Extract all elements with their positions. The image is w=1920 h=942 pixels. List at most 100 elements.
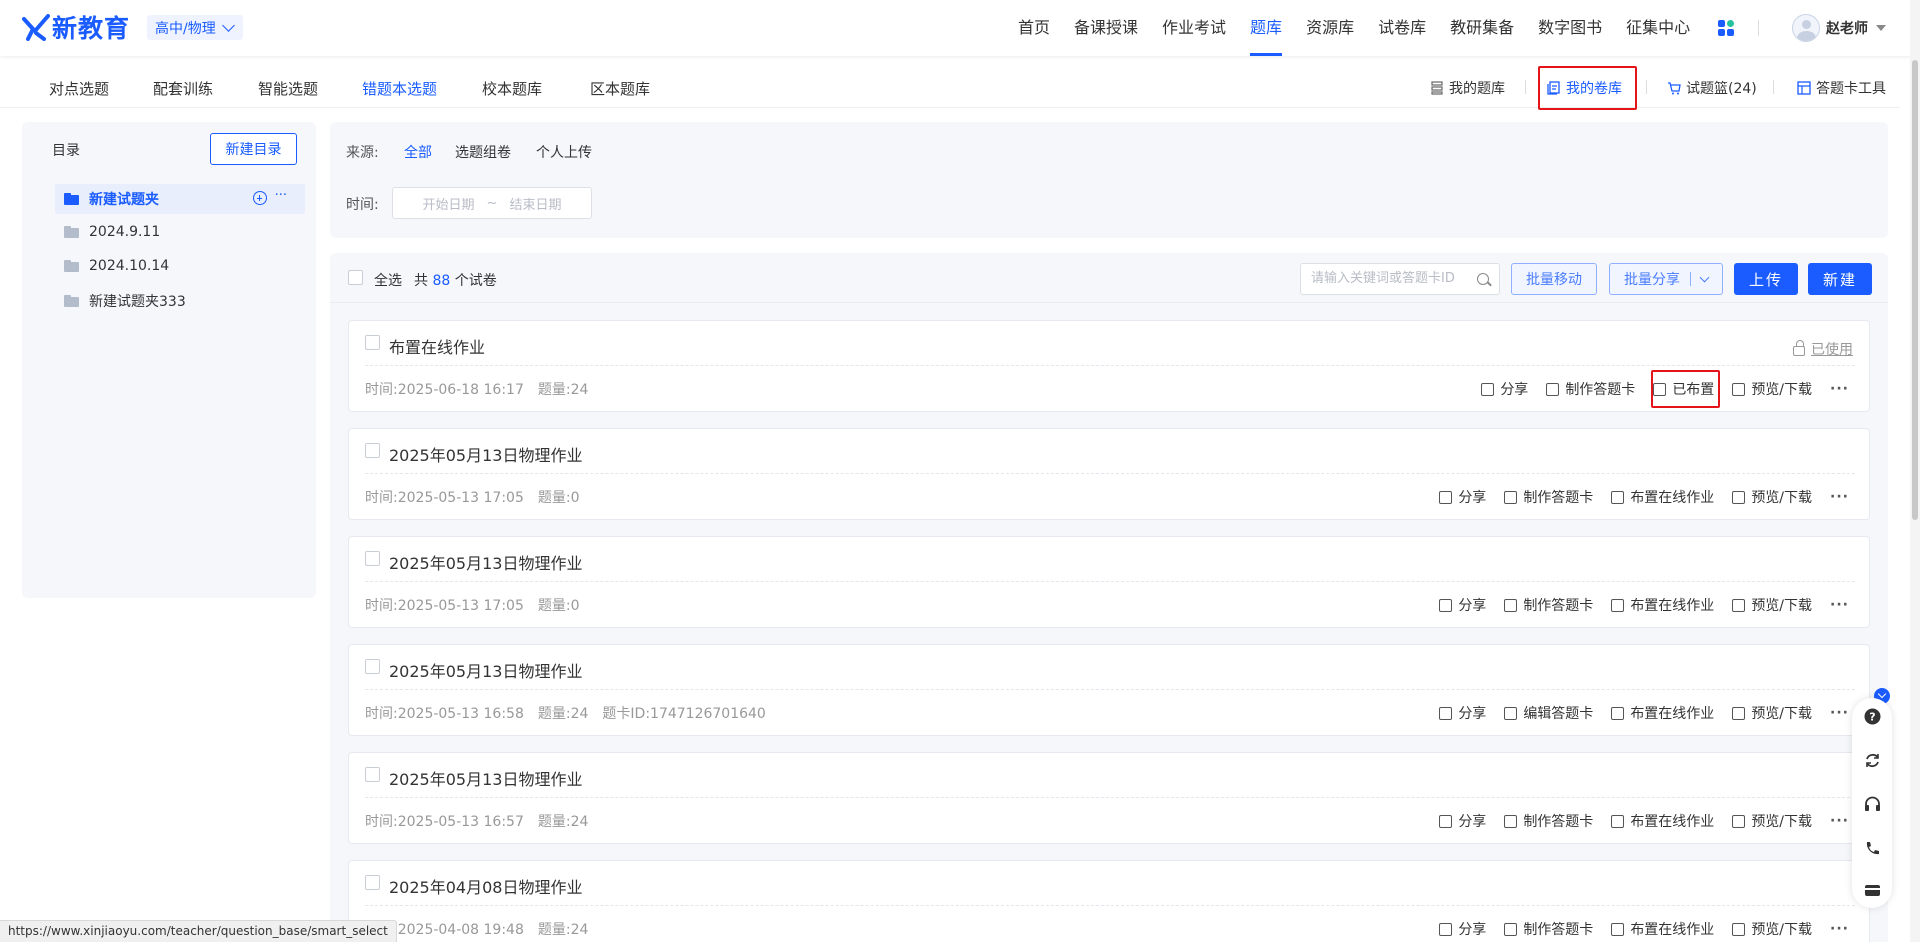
batch-share-button[interactable]: 批量分享	[1609, 263, 1723, 295]
preview-download-button[interactable]: 预览/下载	[1732, 595, 1812, 615]
tab-smart-selection[interactable]: 智能选题	[258, 78, 318, 99]
tab-school-bank[interactable]: 校本题库	[482, 78, 542, 99]
phone-icon[interactable]	[1864, 840, 1881, 857]
share-button[interactable]: 分享	[1439, 811, 1486, 831]
share-button[interactable]: 分享	[1439, 595, 1486, 615]
source-option-all[interactable]: 全部	[404, 142, 432, 162]
nav-home[interactable]: 首页	[1006, 0, 1062, 56]
upload-button[interactable]: 上传	[1734, 263, 1798, 295]
make-answer-card-button[interactable]: 制作答题卡	[1504, 919, 1593, 939]
preview-download-button[interactable]: 预览/下载	[1732, 487, 1812, 507]
assign-online-homework-button[interactable]: 布置在线作业	[1611, 487, 1714, 507]
paper-checkbox[interactable]	[365, 335, 380, 350]
make-answer-card-button[interactable]: 制作答题卡	[1504, 595, 1593, 615]
more-actions-icon[interactable]: ···	[1830, 813, 1849, 829]
select-all-checkbox[interactable]	[348, 270, 363, 285]
tab-district-bank[interactable]: 区本题库	[590, 78, 650, 99]
assign-online-homework-button[interactable]: 布置在线作业	[1611, 811, 1714, 831]
more-actions-icon[interactable]: ···	[1830, 705, 1849, 721]
paper-checkbox[interactable]	[365, 659, 380, 674]
question-basket-link[interactable]: 试题篮(24)	[1667, 78, 1757, 98]
date-range-picker[interactable]: 开始日期 ~ 结束日期	[392, 187, 592, 219]
tab-mistake-book-selection[interactable]: 错题本选题	[362, 78, 437, 99]
nav-resources[interactable]: 资源库	[1294, 0, 1366, 56]
search-icon[interactable]	[1477, 273, 1489, 285]
tab-targeted-selection[interactable]: 对点选题	[49, 78, 109, 99]
paper-question-count: 题量:0	[537, 490, 580, 506]
scrollbar-thumb[interactable]	[1912, 60, 1918, 520]
nav-homework-exam[interactable]: 作业考试	[1150, 0, 1238, 56]
sidebar-folder-new-folder-333[interactable]: 新建试题夹333	[55, 286, 305, 316]
more-actions-icon[interactable]: ···	[1830, 597, 1849, 613]
paper-checkbox[interactable]	[365, 767, 380, 782]
nav-digital-books[interactable]: 数字图书	[1526, 0, 1614, 56]
source-option-personal-upload[interactable]: 个人上传	[536, 142, 592, 162]
sidebar-folder-2024-10-14[interactable]: 2024.10.14	[55, 251, 305, 281]
paper-card[interactable]: 2025年04月08日物理作业 时间:2025-04-08 19:48 题量:24 分…	[348, 860, 1870, 942]
paper-title[interactable]: 布置在线作业	[389, 334, 485, 358]
make-answer-card-button[interactable]: 制作答题卡	[1546, 379, 1635, 399]
preview-download-button[interactable]: 预览/下载	[1732, 379, 1812, 399]
paper-title[interactable]: 2025年05月13日物理作业	[389, 766, 582, 790]
edit-answer-card-button[interactable]: 编辑答题卡	[1504, 703, 1593, 723]
paper-checkbox[interactable]	[365, 551, 380, 566]
sidebar-folder-new-folder[interactable]: 新建试题夹 ···	[55, 184, 305, 214]
start-date-input[interactable]: 开始日期	[423, 194, 475, 213]
make-answer-card-button[interactable]: 制作答题卡	[1504, 487, 1593, 507]
paper-checkbox[interactable]	[365, 443, 380, 458]
nav-collection-center[interactable]: 征集中心	[1614, 0, 1702, 56]
help-icon[interactable]: ?	[1864, 708, 1881, 725]
nav-question-bank[interactable]: 题库	[1238, 0, 1294, 56]
my-paper-bank-link[interactable]: 我的卷库	[1547, 78, 1622, 98]
logo[interactable]: 新教育	[22, 10, 130, 44]
share-button[interactable]: 分享	[1439, 487, 1486, 507]
make-answer-card-button[interactable]: 制作答题卡	[1504, 811, 1593, 831]
sidebar-folder-2024-9-11[interactable]: 2024.9.11	[55, 217, 305, 247]
grade-subject-select[interactable]: 高中/物理	[147, 15, 243, 40]
paper-checkbox[interactable]	[365, 875, 380, 890]
paper-card[interactable]: 2025年05月13日物理作业 时间:2025-05-13 17:05 题量:0 分享…	[348, 428, 1870, 520]
nav-research[interactable]: 教研集备	[1438, 0, 1526, 56]
nav-lesson-prep[interactable]: 备课授课	[1062, 0, 1150, 56]
more-actions-icon[interactable]: ···	[1830, 381, 1849, 397]
share-button[interactable]: 分享	[1439, 703, 1486, 723]
source-option-selected-paper[interactable]: 选题组卷	[455, 142, 511, 162]
preview-download-button[interactable]: 预览/下载	[1732, 811, 1812, 831]
user-menu[interactable]: 赵老师	[1792, 13, 1886, 43]
batch-move-button[interactable]: 批量移动	[1511, 263, 1597, 295]
paper-card[interactable]: 布置在线作业 已使用 时间:2025-06-18 16:17 题量:24 分享 制作答题卡…	[348, 320, 1870, 412]
assign-online-homework-button[interactable]: 布置在线作业	[1611, 703, 1714, 723]
share-button[interactable]: 分享	[1481, 379, 1528, 399]
paper-card[interactable]: 2025年05月13日物理作业 时间:2025-05-13 17:05 题量:0 分享…	[348, 536, 1870, 628]
more-icon[interactable]: ···	[275, 188, 287, 205]
more-actions-icon[interactable]: ···	[1830, 489, 1849, 505]
assign-online-homework-button[interactable]: 布置在线作业	[1611, 919, 1714, 939]
add-subfolder-icon[interactable]	[252, 191, 267, 205]
tab-matched-training[interactable]: 配套训练	[153, 78, 213, 99]
create-button[interactable]: 新建	[1808, 263, 1872, 295]
preview-download-button[interactable]: 预览/下载	[1732, 703, 1812, 723]
my-question-bank-link[interactable]: 我的题库	[1430, 78, 1505, 98]
search-input[interactable]: 请输入关键词或答题卡ID	[1300, 263, 1500, 295]
paper-card[interactable]: 2025年05月13日物理作业 时间:2025-05-13 16:57 题量:24 分…	[348, 752, 1870, 844]
paper-title[interactable]: 2025年05月13日物理作业	[389, 442, 582, 466]
assigned-button[interactable]: 已布置	[1653, 379, 1714, 399]
paper-title[interactable]: 2025年05月13日物理作业	[389, 550, 582, 574]
used-badge[interactable]: 已使用	[1793, 339, 1853, 359]
paper-title[interactable]: 2025年05月13日物理作业	[389, 658, 582, 682]
chevron-down-icon[interactable]	[1699, 272, 1710, 283]
assign-online-homework-button[interactable]: 布置在线作业	[1611, 595, 1714, 615]
nav-paper-bank[interactable]: 试卷库	[1366, 0, 1438, 56]
paper-card[interactable]: 2025年05月13日物理作业 时间:2025-05-13 16:58 题量:24 题…	[348, 644, 1870, 736]
apps-grid-icon[interactable]	[1718, 20, 1734, 36]
headset-icon[interactable]	[1864, 796, 1881, 813]
end-date-input[interactable]: 结束日期	[509, 194, 561, 213]
share-button[interactable]: 分享	[1439, 919, 1486, 939]
more-actions-icon[interactable]: ···	[1830, 921, 1849, 937]
card-icon[interactable]	[1864, 882, 1881, 899]
answer-card-tool-link[interactable]: 答题卡工具	[1797, 78, 1886, 98]
refresh-icon[interactable]	[1864, 752, 1881, 769]
preview-download-button[interactable]: 预览/下载	[1732, 919, 1812, 939]
paper-title[interactable]: 2025年04月08日物理作业	[389, 874, 582, 898]
new-directory-button[interactable]: 新建目录	[210, 133, 297, 165]
